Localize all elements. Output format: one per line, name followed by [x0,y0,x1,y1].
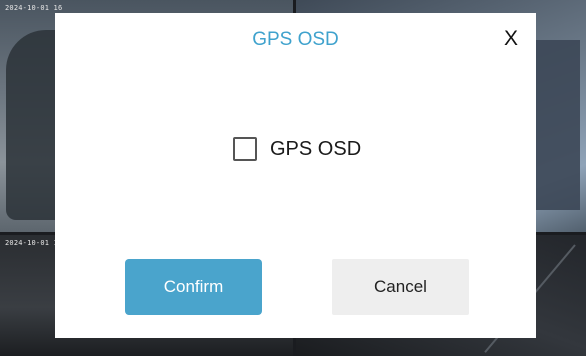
close-button[interactable]: X [504,27,518,51]
checkbox-label: GPS OSD [270,137,362,160]
gps-osd-dialog: GPS OSD X GPS OSD Confirm Cancel [55,13,536,338]
dialog-title: GPS OSD [252,29,339,50]
feed-timestamp: 2024-10-01 16 [5,239,63,247]
feed-timestamp: 2024-10-01 16 [5,4,63,12]
camera-screen: 2024-10-01 16 2024-10-01 16 GPS OSD X GP… [0,0,586,356]
gps-osd-checkbox-row[interactable]: GPS OSD [233,135,361,163]
cancel-button[interactable]: Cancel [332,259,469,315]
confirm-button[interactable]: Confirm [125,259,262,315]
gps-osd-checkbox[interactable] [233,137,257,161]
